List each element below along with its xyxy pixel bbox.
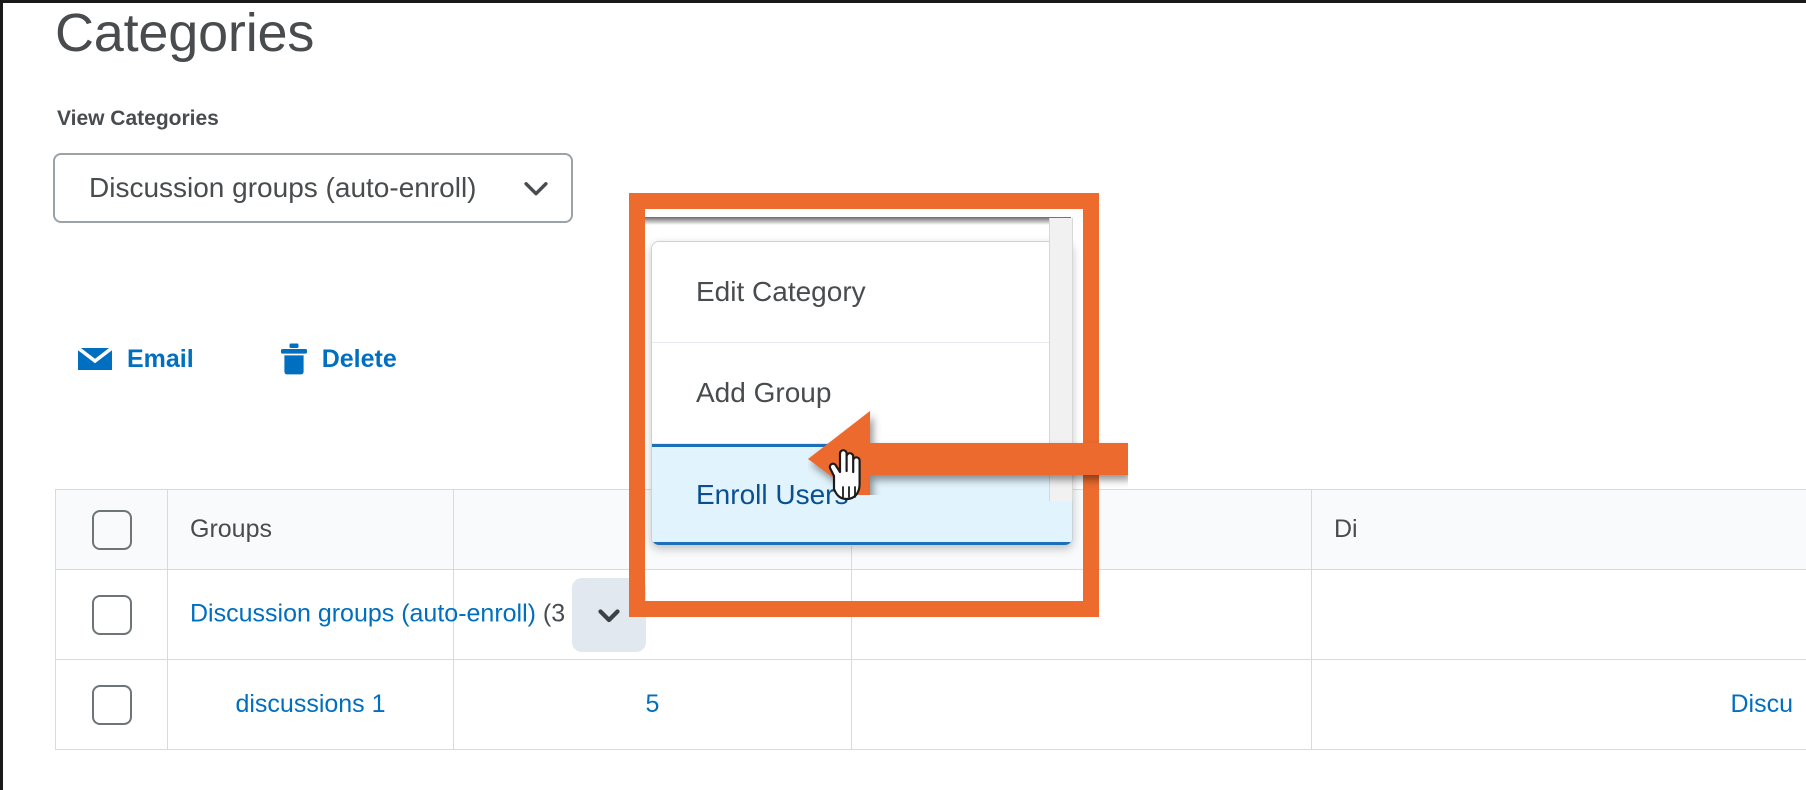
- menu-drop-shadow: [637, 217, 1071, 225]
- assignment-cell: [852, 570, 1312, 660]
- delete-button-label: Delete: [322, 345, 397, 374]
- view-categories-selected-value: Discussion groups (auto-enroll): [89, 174, 509, 202]
- discussion-link[interactable]: Discu: [1730, 690, 1793, 718]
- view-categories-label: View Categories: [57, 107, 219, 131]
- chevron-down-icon: [592, 598, 626, 632]
- groups-header[interactable]: Groups: [168, 490, 454, 570]
- group-name-link[interactable]: discussions 1: [235, 690, 385, 718]
- group-name-cell: discussions 1: [168, 660, 454, 750]
- view-categories-select[interactable]: Discussion groups (auto-enroll): [53, 153, 573, 223]
- menu-scrollbar[interactable]: [1049, 218, 1073, 501]
- row-context-menu: Edit Category Add Group Enroll Users: [651, 241, 1073, 546]
- envelope-icon: [77, 345, 113, 373]
- trash-icon: [280, 343, 308, 375]
- discussions-cell: Discu: [1312, 660, 1806, 750]
- row-select-cell: [56, 660, 168, 750]
- screenshot-root: Categories View Categories Discussion gr…: [0, 0, 1806, 790]
- row-checkbox[interactable]: [92, 595, 132, 635]
- category-count-text: (3: [536, 599, 565, 627]
- row-actions-caret-button[interactable]: [572, 578, 646, 652]
- category-name-link[interactable]: Discussion groups (auto-enroll): [190, 599, 536, 627]
- assignment-cell: [852, 660, 1312, 750]
- page-title: Categories: [55, 1, 314, 66]
- category-name-cell: Discussion groups (auto-enroll) (3: [168, 570, 454, 660]
- chevron-down-icon: [519, 171, 553, 205]
- row-select-cell: [56, 570, 168, 660]
- members-cell: 5: [454, 660, 852, 750]
- menu-item-edit-category[interactable]: Edit Category: [652, 242, 1072, 343]
- email-button[interactable]: Email: [77, 345, 194, 374]
- delete-button[interactable]: Delete: [280, 343, 397, 375]
- table-row: discussions 1 5 Discu: [56, 660, 1806, 750]
- select-all-checkbox[interactable]: [92, 510, 132, 550]
- table-row: Discussion groups (auto-enroll) (3: [56, 570, 1806, 660]
- discussions-header[interactable]: Di: [1312, 490, 1806, 570]
- menu-item-enroll-users[interactable]: Enroll Users: [652, 444, 1072, 545]
- bulk-action-toolbar: Email Delete: [77, 343, 397, 375]
- discussions-cell: [1312, 570, 1806, 660]
- menu-item-add-group[interactable]: Add Group: [652, 343, 1072, 444]
- row-checkbox[interactable]: [92, 685, 132, 725]
- select-all-header: [56, 490, 168, 570]
- members-count-link[interactable]: 5: [646, 690, 660, 718]
- email-button-label: Email: [127, 345, 194, 374]
